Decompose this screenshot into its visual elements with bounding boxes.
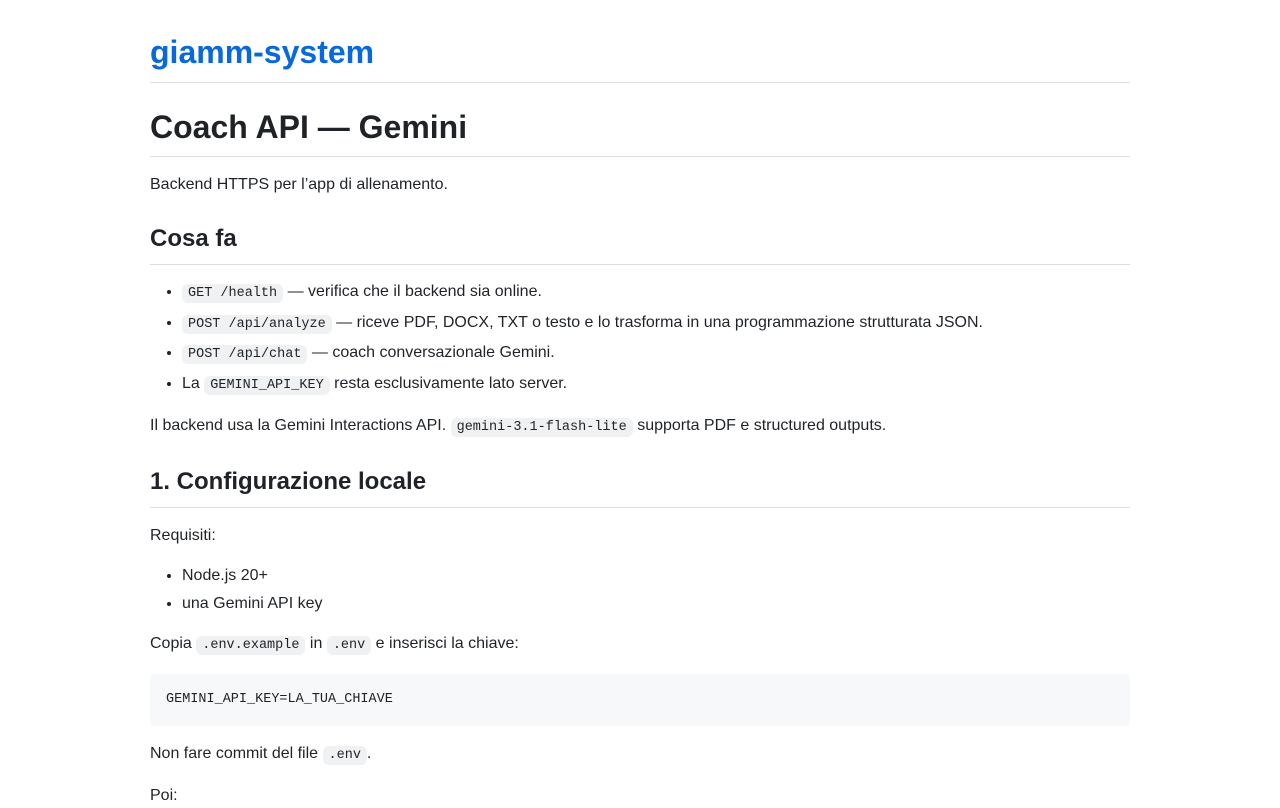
requisiti-list: Node.js 20+ una Gemini API key xyxy=(150,564,1130,617)
inline-code: GET /health xyxy=(182,284,284,303)
list-item: POST /api/chat — coach conversazionale G… xyxy=(182,341,1130,367)
list-item: Node.js 20+ xyxy=(182,564,1130,588)
list-item-text: — coach conversazionale Gemini. xyxy=(307,344,555,361)
inline-code: POST /api/analyze xyxy=(182,314,332,334)
page-title: Coach API — Gemini xyxy=(150,104,1130,157)
site-title-link[interactable]: giamm-system xyxy=(150,30,374,74)
section-heading-configurazione: 1. Configurazione locale xyxy=(150,465,1130,508)
endpoint-list: GET /health — verifica che il backend si… xyxy=(150,280,1130,398)
list-item-text: — riceve PDF, DOCX, TXT o testo e lo tra… xyxy=(331,313,983,331)
commit-warning-paragraph: Non fare commit del file .env. xyxy=(150,742,1130,768)
commit-text-end: . xyxy=(366,745,372,762)
commit-text: Non fare commit del file xyxy=(150,745,323,762)
list-item: una Gemini API key xyxy=(182,592,1130,616)
list-item: GET /health — verifica che il backend si… xyxy=(182,280,1130,306)
list-item-text: — verifica che il backend sia online. xyxy=(283,283,542,300)
poi-paragraph: Poi: xyxy=(150,787,178,804)
readme-content: Coach API — Gemini Backend HTTPS per l’a… xyxy=(150,104,1130,808)
api-note-paragraph: Il backend usa la Gemini Interactions AP… xyxy=(150,414,1130,440)
copy-text: e inserisci la chiave: xyxy=(371,635,519,652)
copy-text: Copia xyxy=(150,635,197,652)
requisiti-label: Requisiti: xyxy=(150,526,216,544)
header-divider xyxy=(150,82,1130,83)
env-code-block: GEMINI_API_KEY=LA_TUA_CHIAVE xyxy=(150,674,1130,726)
list-item-text: resta esclusivamente lato server. xyxy=(329,374,568,392)
inline-code: .env.example xyxy=(196,636,306,655)
inline-code: POST /api/chat xyxy=(182,345,308,364)
copy-instruction-paragraph: Copia .env.example in .env e inserisci l… xyxy=(150,632,1130,658)
code-block-content: GEMINI_API_KEY=LA_TUA_CHIAVE xyxy=(166,692,393,707)
inline-code: GEMINI_API_KEY xyxy=(204,375,330,395)
list-item: POST /api/analyze — riceve PDF, DOCX, TX… xyxy=(182,311,1130,337)
copy-text: in xyxy=(305,635,327,652)
api-note-text-end: supporta PDF e structured outputs. xyxy=(632,416,887,434)
api-note-text: Il backend usa la Gemini Interactions AP… xyxy=(150,416,451,434)
model-name-code: gemini-3.1-flash-lite xyxy=(450,417,633,437)
list-item: La GEMINI_API_KEY resta esclusivamente l… xyxy=(182,372,1130,398)
section-heading-cosa-fa: Cosa fa xyxy=(150,222,1130,265)
intro-paragraph: Backend HTTPS per l’app di allenamento. xyxy=(150,176,448,193)
inline-code: .env xyxy=(326,636,372,655)
list-item-prefix: La xyxy=(182,374,205,392)
inline-code: .env xyxy=(322,746,367,765)
